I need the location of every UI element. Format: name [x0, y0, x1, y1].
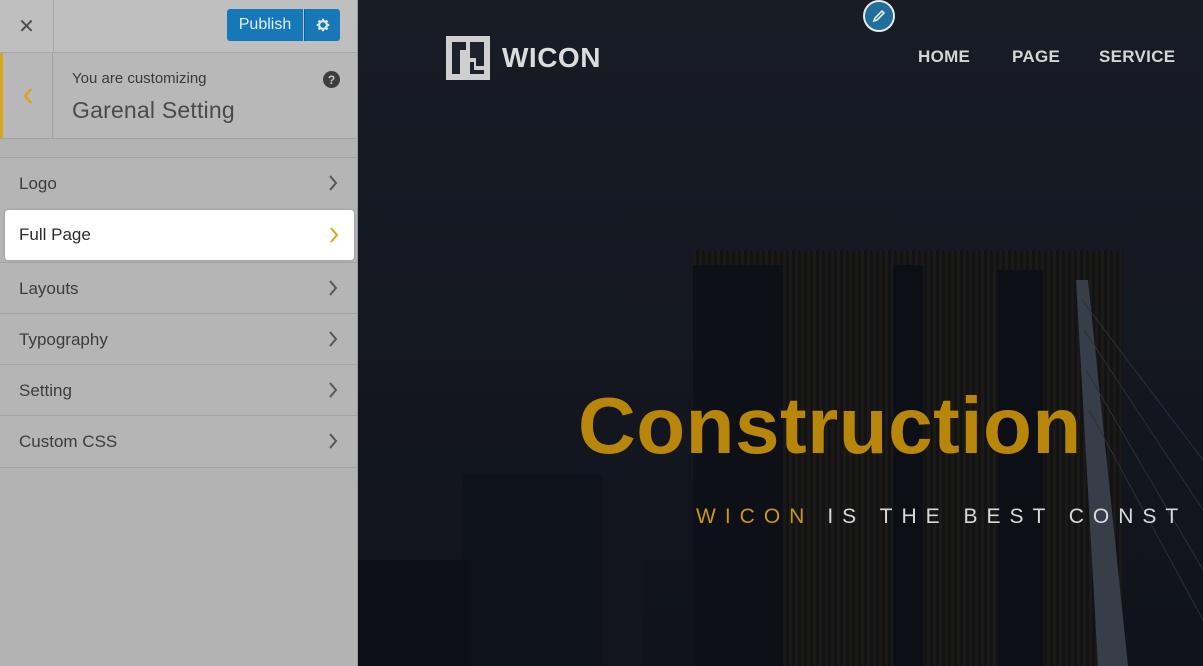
publish-group: Publish [227, 9, 340, 41]
hero-subtitle-text: IS THE BEST CONST [827, 505, 1188, 528]
chevron-right-icon [329, 175, 338, 191]
customizing-label: You are customizing [72, 70, 207, 87]
hero-subtitle-brand: WICON [696, 505, 814, 528]
chevron-left-icon [22, 87, 32, 104]
menu-item-label: Layouts [19, 279, 79, 298]
chevron-right-icon [329, 433, 338, 449]
menu-item-layouts[interactable]: Layouts [0, 262, 357, 313]
menu-item-label: Typography [19, 330, 108, 349]
chevron-right-icon [329, 382, 338, 398]
logo-text: WICON [502, 42, 601, 73]
customizer-sidebar: ✕ Publish You are customizing Garenal Se… [0, 0, 358, 666]
menu-item-label: Logo [19, 174, 57, 193]
close-icon: ✕ [18, 15, 35, 38]
menu-item-setting[interactable]: Setting [0, 364, 357, 415]
chevron-right-icon [329, 280, 338, 296]
publish-button[interactable]: Publish [227, 9, 303, 41]
nav-service[interactable]: SERVICE [1099, 47, 1175, 67]
hero-subtitle: WICON IS THE BEST CONST [696, 505, 1187, 529]
hero-overlay [358, 0, 1203, 666]
section-title: Garenal Setting [72, 97, 235, 123]
menu-item-logo[interactable]: Logo [0, 157, 357, 208]
close-customizer-button[interactable]: ✕ [0, 0, 54, 52]
customizer-header: ✕ Publish [0, 0, 357, 53]
menu-item-label: Custom CSS [19, 432, 118, 451]
site-logo[interactable]: WICON [446, 36, 601, 80]
site-preview[interactable]: WICON HOME PAGE SERVICE Construction WIC… [358, 0, 1203, 666]
chevron-right-icon [329, 331, 338, 347]
nav-home[interactable]: HOME [918, 47, 970, 67]
menu-item-custom-css[interactable]: Custom CSS [0, 415, 357, 468]
section-header: You are customizing Garenal Setting ? [0, 53, 357, 139]
pencil-icon [872, 9, 886, 23]
back-button[interactable] [0, 53, 53, 138]
chevron-right-icon [330, 227, 339, 243]
menu-item-label: Full Page [19, 225, 91, 244]
menu-item-label: Setting [19, 381, 72, 400]
hero-title: Construction [578, 381, 1082, 470]
logo-mark-icon [446, 36, 490, 80]
menu-item-full-page[interactable]: Full Page [5, 210, 354, 260]
publish-settings-button[interactable] [304, 9, 340, 41]
gear-icon [316, 18, 329, 32]
section-menu: Logo Full Page Layouts Typography Settin… [0, 157, 357, 468]
edit-shortcut-button[interactable] [863, 0, 895, 32]
nav-page[interactable]: PAGE [1012, 47, 1060, 67]
question-icon[interactable]: ? [323, 71, 340, 88]
menu-item-typography[interactable]: Typography [0, 313, 357, 364]
